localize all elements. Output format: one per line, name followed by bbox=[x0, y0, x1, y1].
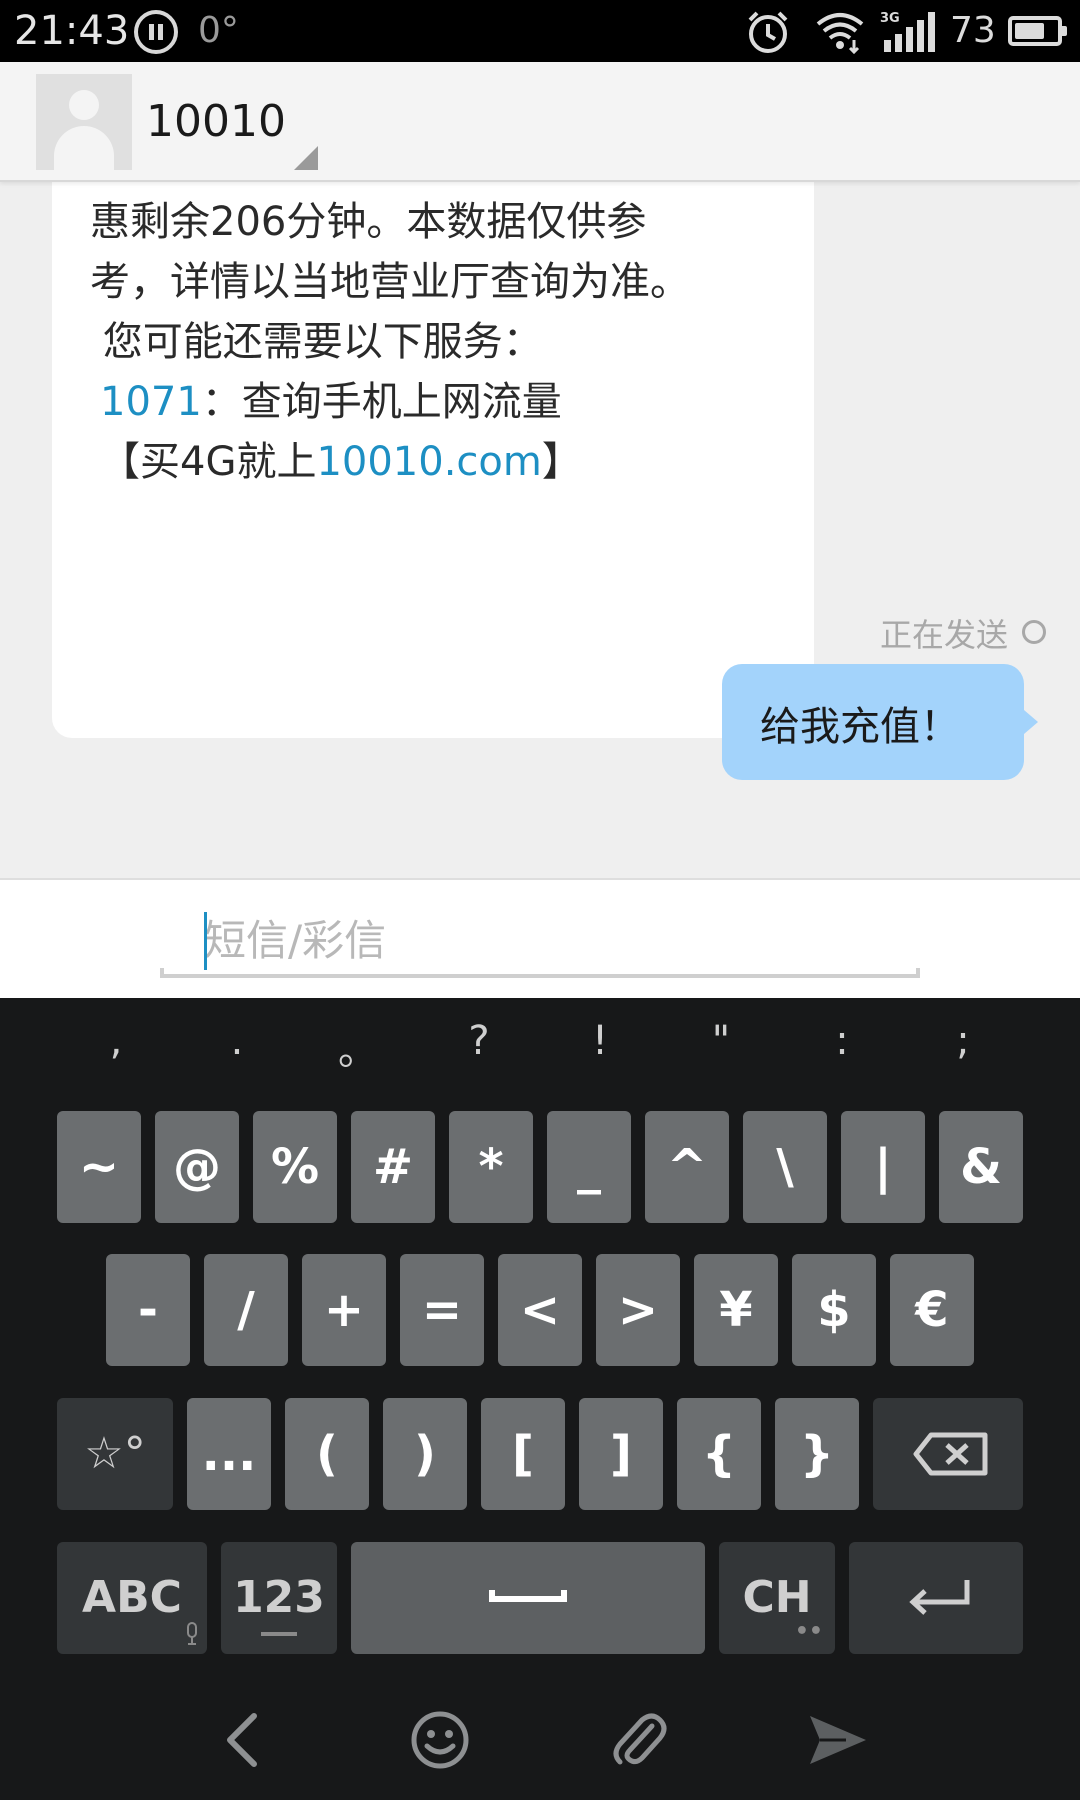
punct-key[interactable]: " bbox=[661, 1018, 781, 1064]
battery-percentage: 73 bbox=[950, 10, 996, 51]
message-input[interactable] bbox=[204, 908, 904, 972]
enter-key[interactable] bbox=[849, 1542, 1023, 1654]
outgoing-message-bubble[interactable]: 给我充值！ bbox=[722, 664, 1038, 780]
number-mode-label: 123 bbox=[233, 1572, 325, 1623]
symbol-key[interactable]: + bbox=[302, 1254, 386, 1366]
incoming-message-bubble[interactable]: 和240分钟，优惠已用34分钟，优 惠剩余206分钟。本数据仅供参 考，详情以当… bbox=[52, 182, 814, 738]
conversation-header: 10010 bbox=[0, 62, 1080, 182]
symbol-key[interactable]: [ bbox=[481, 1398, 565, 1510]
symbol-key[interactable]: ^ bbox=[645, 1111, 729, 1223]
symbol-key[interactable]: _ bbox=[547, 1111, 631, 1223]
symbol-key[interactable]: # bbox=[351, 1111, 435, 1223]
microphone-icon bbox=[187, 1622, 197, 1645]
contact-avatar[interactable] bbox=[36, 74, 132, 170]
battery-fill bbox=[1015, 23, 1045, 39]
punctuation-candidate-row: , . 。 ? ! " : ; bbox=[0, 1008, 1080, 1090]
symbol-keyboard: , . 。 ? ! " : ; ~ @ % # * _ ^ \ | & - / … bbox=[0, 998, 1080, 1680]
service-code-link[interactable]: 1071 bbox=[100, 379, 202, 425]
sending-status: 正在发送 bbox=[879, 616, 1008, 654]
symbol-key[interactable]: ( bbox=[285, 1398, 369, 1510]
abc-mode-key[interactable]: ABC bbox=[57, 1542, 207, 1654]
symbol-key[interactable]: { bbox=[677, 1398, 761, 1510]
abc-mode-label: ABC bbox=[82, 1572, 182, 1623]
symbol-key[interactable]: & bbox=[939, 1111, 1023, 1223]
compose-bar bbox=[0, 878, 1080, 998]
service-description: ：查询手机上网流量 bbox=[201, 379, 562, 425]
punct-key[interactable]: 。 bbox=[298, 1018, 418, 1076]
incoming-text-line: 您可能还需要以下服务： bbox=[90, 319, 543, 365]
avatar-head-shape bbox=[69, 90, 99, 120]
symbol-key[interactable]: = bbox=[400, 1254, 484, 1366]
sending-spinner-icon bbox=[1022, 620, 1046, 644]
punct-key[interactable]: ? bbox=[419, 1018, 539, 1064]
status-temperature: 0° bbox=[198, 10, 239, 51]
back-icon[interactable] bbox=[214, 1708, 278, 1772]
symbol-key[interactable]: - bbox=[106, 1254, 190, 1366]
symbol-key[interactable]: ) bbox=[383, 1398, 467, 1510]
symbol-key[interactable]: ... bbox=[187, 1398, 271, 1510]
compose-toolbar bbox=[0, 1680, 1080, 1800]
battery-icon bbox=[1008, 16, 1067, 46]
text-caret bbox=[204, 912, 207, 970]
message-list[interactable]: 和240分钟，优惠已用34分钟，优 惠剩余206分钟。本数据仅供参 考，详情以当… bbox=[0, 182, 1080, 878]
wifi-icon bbox=[816, 13, 864, 54]
backspace-key[interactable] bbox=[873, 1398, 1023, 1510]
compose-field[interactable] bbox=[160, 902, 920, 978]
language-dots-icon: •• bbox=[794, 1619, 823, 1644]
incoming-text-line: 惠剩余206分钟。本数据仅供参 bbox=[90, 199, 647, 245]
symbol-key[interactable]: $ bbox=[792, 1254, 876, 1366]
punct-key[interactable]: ! bbox=[540, 1018, 660, 1064]
space-key[interactable] bbox=[351, 1542, 705, 1654]
alarm-icon bbox=[748, 11, 788, 53]
promo-line: 【买4G就上10010.com】 bbox=[100, 432, 820, 492]
promo-link[interactable]: 10010.com bbox=[316, 439, 541, 485]
outgoing-message-text: 给我充值！ bbox=[760, 704, 960, 750]
symbol-key[interactable]: / bbox=[204, 1254, 288, 1366]
symbol-key[interactable]: % bbox=[253, 1111, 337, 1223]
svg-text:3G: 3G bbox=[880, 11, 900, 26]
symbol-key[interactable]: ] bbox=[579, 1398, 663, 1510]
avatar-body-shape bbox=[54, 126, 114, 170]
punct-key[interactable]: , bbox=[56, 1018, 176, 1064]
status-time: 21:43 bbox=[14, 8, 130, 54]
punct-key[interactable]: : bbox=[782, 1018, 902, 1064]
promo-suffix: 】 bbox=[541, 439, 582, 485]
favorite-symbols-key[interactable]: ☆° bbox=[57, 1398, 173, 1510]
punct-key[interactable]: . bbox=[177, 1018, 297, 1064]
send-icon[interactable] bbox=[806, 1708, 870, 1772]
contact-name[interactable]: 10010 bbox=[146, 96, 286, 147]
symbol-key[interactable]: ¥ bbox=[694, 1254, 778, 1366]
symbol-key[interactable]: } bbox=[775, 1398, 859, 1510]
active-mode-indicator bbox=[261, 1632, 297, 1636]
attachment-icon[interactable] bbox=[606, 1708, 670, 1772]
incoming-text-line: 考，详情以当地营业厅查询为准。 bbox=[90, 259, 690, 305]
symbol-key[interactable]: ~ bbox=[57, 1111, 141, 1223]
emoji-icon[interactable] bbox=[408, 1708, 472, 1772]
cell-signal-icon: 3G bbox=[880, 11, 935, 52]
pause-icon bbox=[134, 10, 178, 54]
language-key[interactable]: CH •• bbox=[719, 1542, 835, 1654]
number-mode-key[interactable]: 123 bbox=[221, 1542, 337, 1654]
symbol-key[interactable]: > bbox=[596, 1254, 680, 1366]
enter-icon bbox=[909, 1580, 970, 1615]
status-bar: 21:43 0° 3G 73 bbox=[0, 0, 1080, 62]
symbol-key[interactable]: < bbox=[498, 1254, 582, 1366]
backspace-icon bbox=[913, 1432, 988, 1476]
contact-menu-icon[interactable] bbox=[294, 146, 318, 170]
symbol-key[interactable]: @ bbox=[155, 1111, 239, 1223]
symbol-key[interactable]: € bbox=[890, 1254, 974, 1366]
symbol-key[interactable]: | bbox=[841, 1111, 925, 1223]
symbol-key[interactable]: \ bbox=[743, 1111, 827, 1223]
punct-key[interactable]: ; bbox=[903, 1018, 1023, 1064]
promo-prefix: 【买4G就上 bbox=[100, 439, 317, 485]
incoming-text-line: 和240分钟，优惠已用34分钟，优 bbox=[90, 182, 810, 192]
space-icon bbox=[489, 1590, 567, 1602]
service-line: 1071：查询手机上网流量 bbox=[100, 372, 820, 432]
symbol-key[interactable]: * bbox=[449, 1111, 533, 1223]
